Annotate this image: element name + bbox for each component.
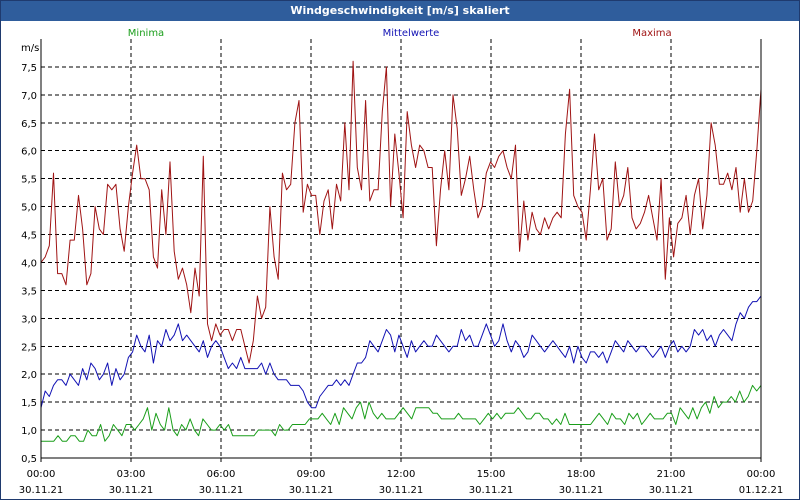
x-tick-date: 30.11.21	[559, 485, 604, 496]
x-tick-time: 06:00	[207, 469, 236, 480]
y-tick-label: 6,0	[21, 147, 37, 158]
y-tick-label: 3,5	[21, 286, 37, 297]
chart-window: Windgeschwindigkeit [m/s] skaliert 0,5 1,…	[0, 0, 800, 500]
x-tick-time: 12:00	[387, 469, 416, 480]
y-tick-label: 3,0	[21, 314, 37, 325]
y-tick-label: 5,5	[21, 175, 37, 186]
x-tick-date: 30.11.21	[289, 485, 334, 496]
x-tick-time: 03:00	[117, 469, 146, 480]
y-tick-label: 4,5	[21, 231, 37, 242]
chart-title: Windgeschwindigkeit [m/s] skaliert	[1, 1, 799, 21]
wind-speed-chart: 0,5 1,0 1,5 2,0 2,5 3,0 3,5 4,0 4,5 5,0 5,5 6,0 6,5 7…	[19, 28, 784, 496]
y-tick-label: 5,0	[21, 203, 37, 214]
x-tick-time: 18:00	[567, 469, 596, 480]
legend-maxima: Maxima	[632, 28, 671, 39]
x-tick-date: 30.11.21	[379, 485, 424, 496]
y-tick-label: 7,0	[21, 91, 37, 102]
y-tick-label: 1,0	[21, 426, 37, 437]
x-tick-time: 00:00	[27, 469, 56, 480]
x-tick-date: 30.11.21	[199, 485, 244, 496]
series-line-maxima	[40, 60, 762, 364]
y-tick-label: 1,5	[21, 398, 37, 409]
y-axis-label: m/s	[21, 43, 39, 54]
x-tick-date: 01.12.21	[739, 485, 784, 496]
x-tick-time: 00:00	[747, 469, 776, 480]
y-tick-label: 6,5	[21, 119, 37, 130]
x-tick-date: 30.11.21	[469, 485, 514, 496]
x-tick-date: 30.11.21	[649, 485, 694, 496]
x-tick-time: 09:00	[297, 469, 326, 480]
x-tick-date: 30.11.21	[19, 485, 64, 496]
legend-mittelwerte: Mittelwerte	[383, 28, 440, 39]
grid-lines	[41, 39, 761, 459]
x-tick-date: 30.11.21	[109, 485, 154, 496]
legend-minima: Minima	[128, 28, 164, 39]
y-tick-label: 0,5	[21, 454, 37, 465]
y-tick-label: 7,5	[21, 63, 37, 74]
y-tick-label: 2,0	[21, 370, 37, 381]
y-tick-label: 4,0	[21, 258, 37, 269]
x-tick-time: 21:00	[657, 469, 686, 480]
x-tick-time: 15:00	[477, 469, 506, 480]
y-tick-label: 2,5	[21, 342, 37, 353]
legend: Minima Mittelwerte Maxima	[128, 28, 672, 39]
